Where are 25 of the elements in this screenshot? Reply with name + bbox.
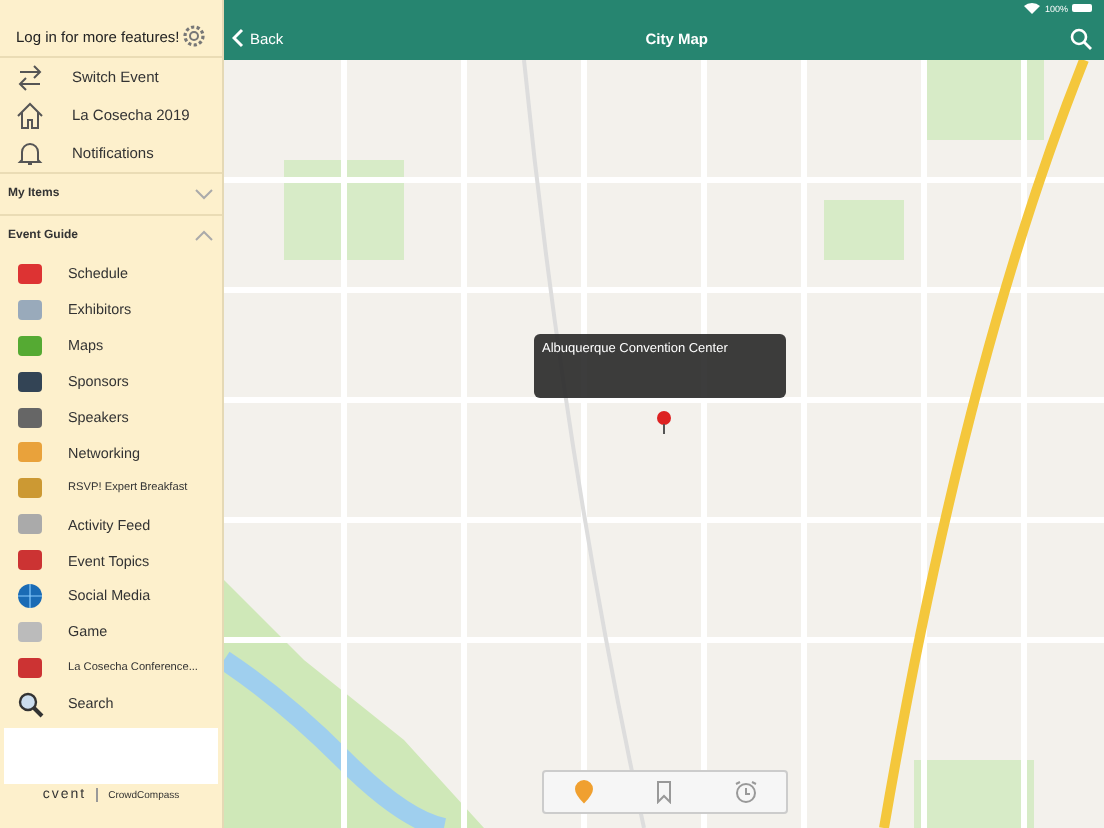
menu-icon	[16, 331, 44, 360]
chevron-left-icon	[232, 28, 244, 48]
menu-icon	[16, 438, 44, 467]
bell-icon	[16, 139, 44, 167]
alarm-clock-icon[interactable]	[733, 780, 758, 804]
map-pin-icon[interactable]	[656, 410, 672, 434]
menu-icon	[16, 653, 44, 682]
search-icon[interactable]	[1069, 27, 1092, 49]
home-icon	[16, 101, 44, 129]
switch-arrows-icon	[16, 63, 44, 91]
bookmark-icon[interactable]	[652, 780, 677, 804]
menu-icon	[16, 510, 44, 539]
menu-icon	[16, 295, 44, 324]
battery-icon	[1072, 4, 1092, 12]
menu-icon	[16, 367, 44, 396]
wifi-icon	[1024, 2, 1041, 14]
search-icon	[16, 689, 44, 718]
menu-icon	[16, 403, 44, 431]
settings-icon[interactable]	[182, 24, 206, 48]
menu-icon	[16, 581, 44, 610]
menu-icon	[16, 546, 44, 575]
location-pin-icon[interactable]	[572, 780, 597, 804]
menu-icon	[16, 474, 44, 503]
menu-icon	[16, 617, 44, 646]
menu-icon	[16, 259, 44, 288]
